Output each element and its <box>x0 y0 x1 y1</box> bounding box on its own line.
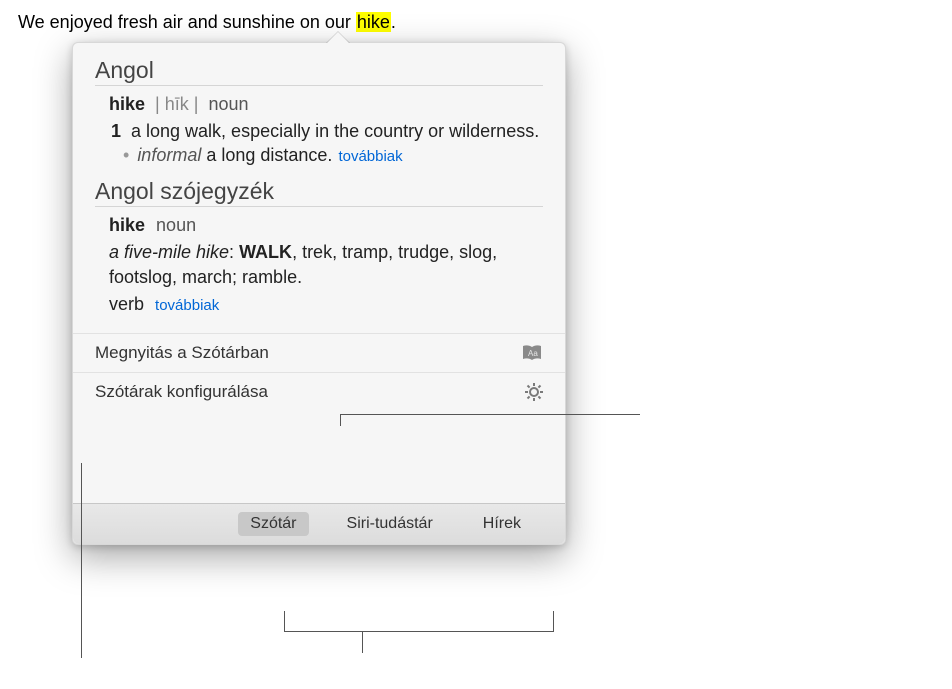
callout-line <box>362 631 363 653</box>
open-in-dictionary-label: Megnyitás a Szótárban <box>95 343 269 363</box>
configure-dictionaries-label: Szótárak konfigurálása <box>95 382 268 402</box>
callout-line <box>81 463 82 658</box>
dictionary-subsense: • informal a long distance. továbbiak <box>109 145 543 166</box>
dictionary-pronunciation: | hīk | <box>155 94 198 114</box>
configure-dictionaries-row[interactable]: Szótárak konfigurálása <box>73 372 565 411</box>
subsense-tag: informal <box>137 145 201 166</box>
sentence-prefix: We enjoyed fresh air and sunshine on our <box>18 12 356 32</box>
thesaurus-word: hike <box>109 215 145 235</box>
dictionary-more-link[interactable]: továbbiak <box>338 148 402 165</box>
dictionary-pos: noun <box>208 94 248 114</box>
sense-definition: a long walk, especially in the country o… <box>131 119 543 143</box>
dictionary-word: hike <box>109 94 145 114</box>
thesaurus-word-line: hike noun <box>109 215 543 236</box>
thesaurus-verb-line: verb továbbiak <box>109 294 543 315</box>
bullet-icon: • <box>123 145 129 166</box>
callout-line <box>284 631 554 632</box>
thesaurus-synonyms: a five-mile hike: WALK, trek, tramp, tru… <box>109 240 543 290</box>
callout-line <box>284 611 285 631</box>
dictionary-sense: 1 a long walk, especially in the country… <box>109 119 543 143</box>
open-in-dictionary-row[interactable]: Megnyitás a Szótárban Aa <box>73 333 565 372</box>
dictionary-entry: hike | hīk | noun 1 a long walk, especia… <box>95 94 543 166</box>
thesaurus-more-link[interactable]: továbbiak <box>155 297 219 314</box>
book-icon: Aa <box>521 344 543 362</box>
callout-line <box>553 611 554 631</box>
thesaurus-entry: hike noun a five-mile hike: WALK, trek, … <box>95 215 543 314</box>
thesaurus-pos: noun <box>156 215 196 235</box>
sentence-suffix: . <box>391 12 396 32</box>
sense-number: 1 <box>111 119 123 143</box>
lookup-word-highlight[interactable]: hike <box>356 12 391 32</box>
dictionary-section-title: Angol <box>95 57 543 86</box>
tab-news[interactable]: Hírek <box>471 512 533 536</box>
thesaurus-primary: WALK <box>239 242 292 262</box>
tab-siri-knowledge[interactable]: Siri-tudástár <box>335 512 445 536</box>
bottom-tab-bar: Szótár Siri-tudástár Hírek <box>73 503 565 544</box>
gear-icon <box>525 383 543 401</box>
dictionary-word-line: hike | hīk | noun <box>109 94 543 115</box>
popover-content: Angol hike | hīk | noun 1 a long walk, e… <box>73 43 565 333</box>
source-sentence: We enjoyed fresh air and sunshine on our… <box>18 12 396 33</box>
popover-spacer <box>73 411 565 503</box>
thesaurus-verb-label: verb <box>109 294 144 314</box>
callout-line <box>340 414 640 415</box>
svg-text:Aa: Aa <box>528 349 538 358</box>
lookup-popover: Angol hike | hīk | noun 1 a long walk, e… <box>72 42 566 545</box>
callout-line <box>340 414 341 426</box>
thesaurus-section-title: Angol szójegyzék <box>95 178 543 207</box>
subsense-definition: a long distance. <box>206 145 332 166</box>
tab-dictionary[interactable]: Szótár <box>238 512 308 536</box>
thesaurus-example: a five-mile hike <box>109 242 229 262</box>
